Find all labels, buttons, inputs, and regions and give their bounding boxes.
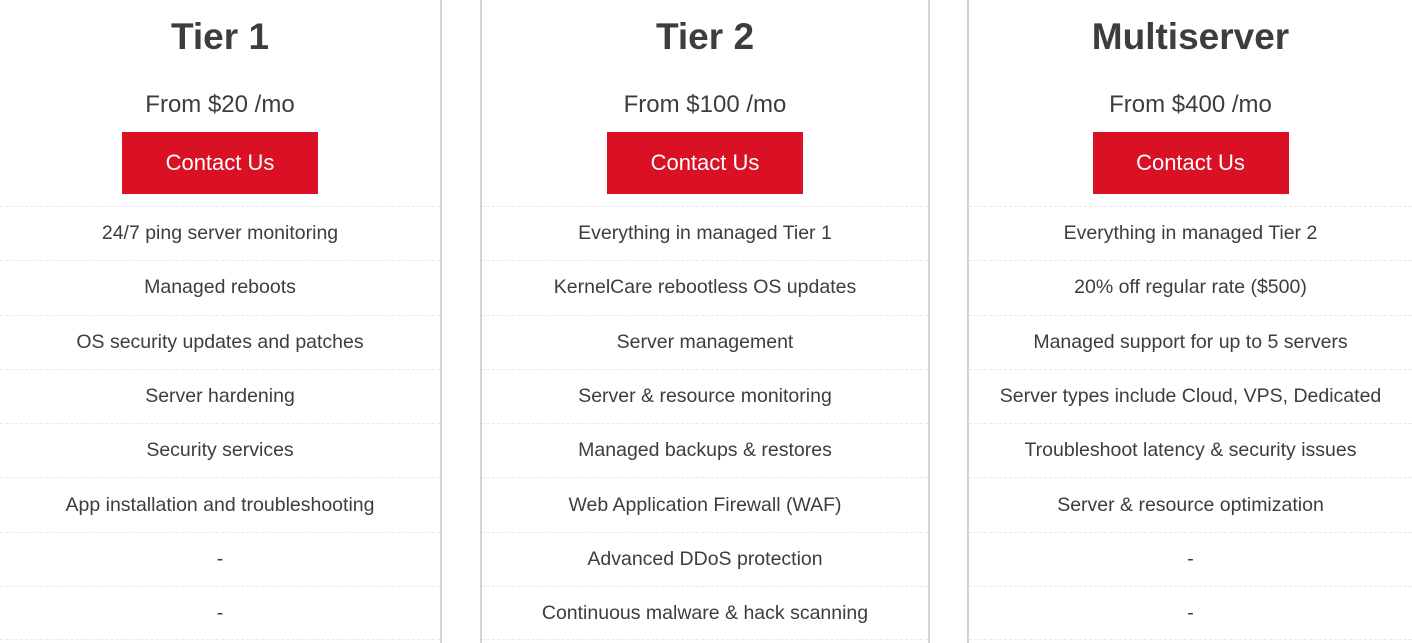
plan-title: Tier 2 — [655, 16, 755, 57]
plan-card-multiserver: Multiserver From $400 /mo Contact Us Eve… — [967, 0, 1412, 643]
feature-item: Everything in managed Tier 1 — [482, 206, 928, 260]
feature-list: 24/7 ping server monitoring Managed rebo… — [0, 206, 440, 641]
plan-price: From $20 /mo — [145, 91, 295, 118]
feature-list: Everything in managed Tier 1 KernelCare … — [482, 206, 928, 641]
feature-item: 24/7 ping server monitoring — [0, 206, 440, 260]
feature-item: Server & resource optimization — [969, 477, 1412, 531]
feature-item: Advanced DDoS protection — [482, 531, 928, 586]
feature-item: Server hardening — [0, 368, 440, 423]
feature-item: Web Application Firewall (WAF) — [482, 477, 928, 531]
feature-list: Everything in managed Tier 2 20% off reg… — [969, 206, 1412, 641]
feature-item: Managed support for up to 5 servers — [969, 314, 1412, 369]
plan-price: From $400 /mo — [1109, 91, 1272, 118]
plan-card-tier-1: Tier 1 From $20 /mo Contact Us 24/7 ping… — [0, 0, 442, 643]
feature-item: App installation and troubleshooting — [0, 477, 440, 531]
feature-item: 20% off regular rate ($500) — [969, 260, 1412, 314]
feature-item: - — [0, 586, 440, 641]
plan-title: Multiserver — [1091, 16, 1290, 57]
feature-item: OS security updates and patches — [0, 314, 440, 369]
feature-item: Continuous malware & hack scanning — [482, 586, 928, 641]
feature-item: Everything in managed Tier 2 — [969, 206, 1412, 260]
feature-item: Security services — [0, 423, 440, 477]
contact-us-button[interactable]: Contact Us — [607, 132, 803, 194]
plan-title: Tier 1 — [170, 16, 270, 57]
feature-item: Managed reboots — [0, 260, 440, 314]
feature-item: Server management — [482, 314, 928, 369]
plan-card-tier-2: Tier 2 From $100 /mo Contact Us Everythi… — [480, 0, 930, 643]
feature-item: KernelCare rebootless OS updates — [482, 260, 928, 314]
plan-price: From $100 /mo — [623, 91, 787, 118]
feature-item: Server & resource monitoring — [482, 368, 928, 423]
feature-item: Troubleshoot latency & security issues — [969, 423, 1412, 477]
feature-item: Server types include Cloud, VPS, Dedicat… — [969, 368, 1412, 423]
contact-us-button[interactable]: Contact Us — [122, 132, 318, 194]
feature-item: - — [0, 531, 440, 586]
feature-item: - — [969, 586, 1412, 641]
feature-item: - — [969, 531, 1412, 586]
feature-item: Managed backups & restores — [482, 423, 928, 477]
contact-us-button[interactable]: Contact Us — [1092, 132, 1289, 194]
